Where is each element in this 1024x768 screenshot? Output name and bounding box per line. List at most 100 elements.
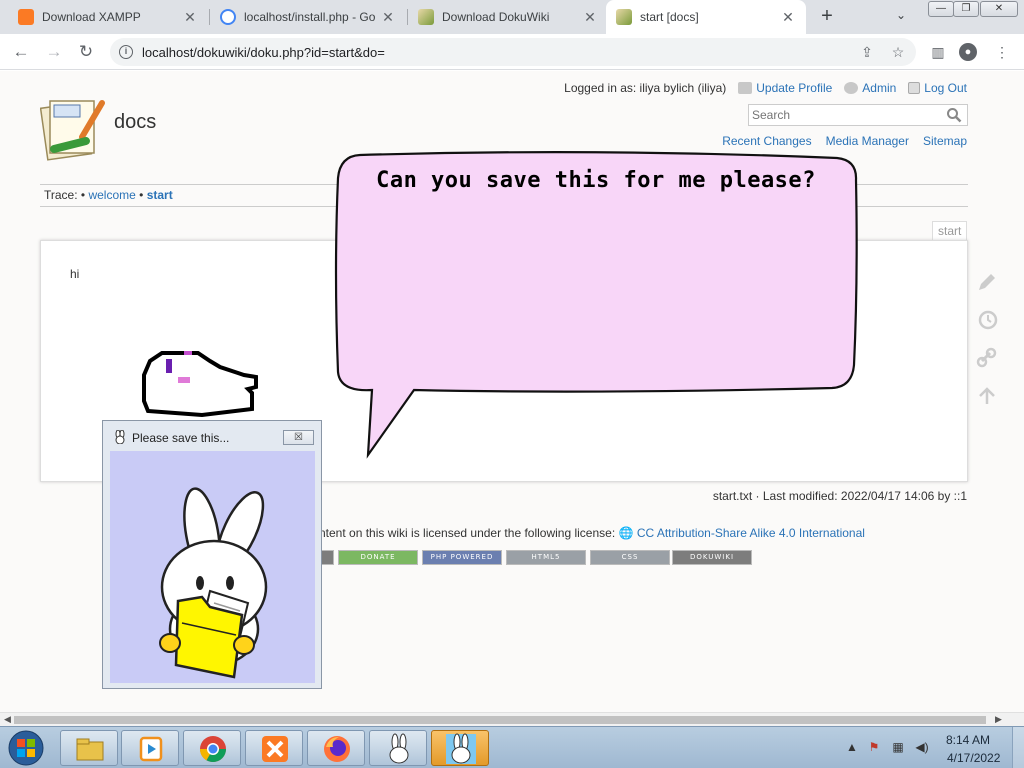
tab-start-docs[interactable]: start [docs] ✕ [606, 0, 806, 34]
action-center-icon[interactable]: ⚑ [866, 740, 882, 754]
site-tools: Recent Changes Media Manager Sitemap [722, 134, 967, 148]
popup-canvas [110, 451, 315, 683]
breadcrumb-label: Trace: [44, 188, 78, 202]
taskbar-chrome-button[interactable] [183, 730, 241, 766]
reload-icon[interactable]: ↻ [75, 41, 97, 63]
clock-time[interactable]: 8:14 AM [946, 733, 990, 747]
back-arrow-icon[interactable]: ← [10, 41, 32, 63]
dokuwiki-logo[interactable] [40, 97, 106, 163]
media-manager-link[interactable]: Media Manager [826, 134, 909, 148]
dokuwiki-icon [616, 9, 632, 25]
css-badge[interactable]: CSS [590, 550, 670, 565]
close-icon[interactable]: ✕ [780, 9, 796, 26]
address-bar[interactable]: i localhost/dokuwiki/doku.php?id=start&d… [110, 38, 916, 66]
edit-pencil-icon[interactable] [976, 271, 998, 293]
speech-bubble-text: Can you save this for me please? [376, 168, 816, 193]
side-panel-icon[interactable]: ▥ [929, 43, 947, 61]
tab-title: start [docs] [640, 10, 699, 24]
close-icon[interactable]: ✕ [380, 9, 396, 26]
close-icon[interactable]: ✕ [182, 9, 198, 26]
logout-label: Log Out [924, 81, 967, 95]
doc-info: start.txt · Last modified: 2022/04/17 14… [712, 489, 967, 503]
search-input[interactable] [748, 104, 968, 126]
scroll-right-arrow-icon[interactable]: ▶ [995, 714, 1002, 725]
admin-link[interactable]: Admin [844, 81, 896, 95]
logout-link[interactable]: Log Out [908, 81, 967, 95]
forward-arrow-icon[interactable]: → [43, 41, 65, 63]
breadcrumb-welcome[interactable]: welcome [88, 188, 135, 202]
bunny-holding-folder-image [159, 487, 268, 679]
license-link[interactable]: CC Attribution-Share Alike 4.0 Internati… [637, 526, 865, 540]
close-icon[interactable]: ✕ [582, 9, 598, 26]
recent-changes-link[interactable]: Recent Changes [722, 134, 811, 148]
clock-date[interactable]: 4/17/2022 [947, 751, 1000, 765]
bunny-icon [115, 430, 125, 444]
update-profile-label: Update Profile [756, 81, 833, 95]
chevron-down-icon[interactable]: ⌄ [896, 8, 906, 22]
breadcrumb-separator: • [139, 188, 144, 202]
xampp-icon [262, 736, 288, 762]
dokuwiki-badge-label: DOKUWIKI [689, 553, 735, 561]
chrome-icon [199, 736, 227, 763]
bookmark-star-icon[interactable]: ☆ [889, 43, 907, 61]
info-icon[interactable]: i [119, 45, 133, 59]
profile-icon[interactable]: ● [959, 43, 977, 61]
breadcrumb: Trace: • welcome • start [44, 188, 173, 202]
search-icon[interactable] [946, 107, 962, 123]
globe-icon: 🌐 [618, 526, 634, 540]
scroll-left-arrow-icon[interactable]: ◀ [4, 714, 11, 725]
wiki-title[interactable]: docs [114, 111, 156, 134]
php-badge[interactable]: PHP POWERED [422, 550, 502, 565]
taskbar-bunny-app-button[interactable] [369, 730, 427, 766]
window-close-button[interactable]: ✕ [980, 1, 1018, 17]
donate-badge-label: DONATE [360, 553, 396, 561]
share-icon[interactable]: ⇪ [858, 43, 876, 61]
browser-toolbar: ← → ↻ i localhost/dokuwiki/doku.php?id=s… [0, 34, 1024, 70]
tab-download-xampp[interactable]: Download XAMPP ✕ [8, 0, 208, 34]
taskbar-bunny-app-active-button[interactable] [431, 730, 489, 766]
tray-expand-icon[interactable]: ▲ [844, 740, 860, 754]
taskbar-explorer-button[interactable] [60, 730, 118, 766]
show-desktop-button[interactable] [1012, 727, 1024, 768]
content-text: hi [70, 267, 80, 281]
tab-strip: Download XAMPP ✕ localhost/install.php -… [0, 0, 1024, 34]
sitemap-link[interactable]: Sitemap [923, 134, 967, 148]
more-menu-icon[interactable]: ⋮ [993, 43, 1011, 61]
speech-bubble [334, 151, 858, 459]
volume-icon[interactable]: ◀) [914, 740, 930, 754]
explorer-icon [76, 738, 104, 761]
dokuwiki-icon [418, 9, 434, 25]
html5-badge-label: HTML5 [531, 553, 561, 561]
breadcrumb-start[interactable]: start [147, 188, 173, 202]
taskbar-xampp-button[interactable] [245, 730, 303, 766]
taskbar-media-player-button[interactable] [121, 730, 179, 766]
popup-close-button[interactable]: ☒ [283, 430, 314, 445]
donate-badge[interactable]: DONATE [338, 550, 418, 565]
network-icon[interactable]: ▦ [890, 740, 906, 754]
profile-card-icon [738, 82, 753, 94]
admin-label: Admin [862, 81, 897, 95]
new-tab-button[interactable]: + [815, 5, 839, 29]
user-tools: Logged in as: iliya bylich (iliya) Updat… [564, 81, 967, 95]
tab-install[interactable]: localhost/install.php - Go ✕ [210, 0, 406, 34]
horizontal-scrollbar[interactable]: ◀ ▶ [0, 712, 1024, 726]
update-profile-link[interactable]: Update Profile [738, 81, 832, 95]
start-button[interactable] [6, 730, 46, 766]
revisions-icon[interactable] [976, 309, 998, 331]
scrollbar-thumb[interactable] [14, 716, 986, 724]
firefox-icon [324, 736, 350, 762]
taskbar-firefox-button[interactable] [307, 730, 365, 766]
page-id-label[interactable]: start [932, 221, 968, 240]
maximize-button[interactable]: ❐ [953, 1, 979, 17]
bunny-icon [446, 733, 476, 764]
tab-title: Download XAMPP [42, 10, 141, 24]
back-to-top-icon[interactable] [976, 385, 998, 407]
minimize-button[interactable]: — [928, 1, 954, 17]
dokuwiki-badge[interactable]: DOKUWIKI [672, 550, 752, 565]
html5-badge[interactable]: HTML5 [506, 550, 586, 565]
tab-title: Download DokuWiki [442, 10, 550, 24]
backlinks-icon[interactable] [976, 347, 998, 369]
tab-download-dokuwiki[interactable]: Download DokuWiki ✕ [408, 0, 608, 34]
media-player-icon [139, 736, 163, 762]
google-icon [220, 9, 236, 25]
